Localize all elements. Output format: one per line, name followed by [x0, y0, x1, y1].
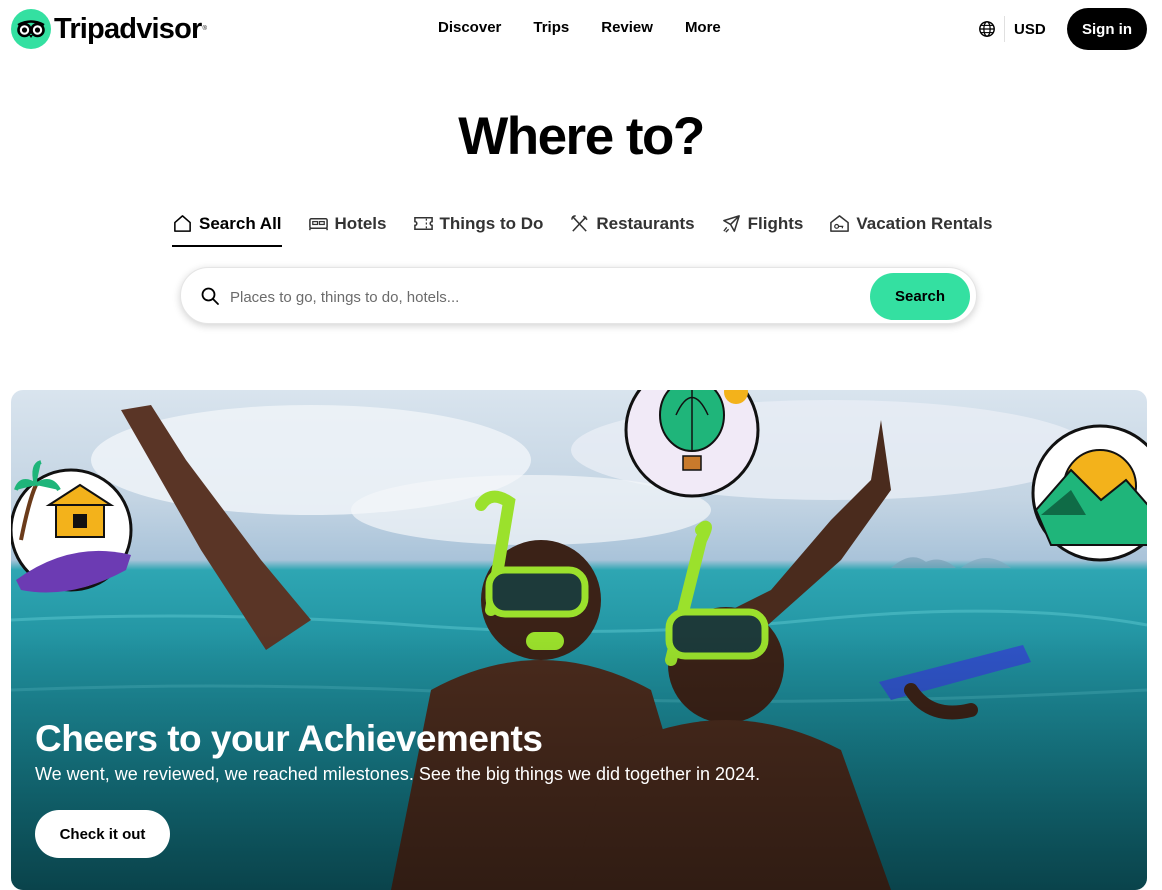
tab-hotels[interactable]: Hotels	[308, 211, 387, 245]
main-nav: Discover Trips Review More	[438, 19, 721, 36]
nav-more[interactable]: More	[685, 19, 721, 36]
logo-wordmark: Tripadvisor	[54, 12, 202, 45]
fork-knife-icon	[571, 215, 589, 232]
nav-review[interactable]: Review	[601, 19, 653, 36]
plane-icon	[722, 215, 740, 233]
search-input[interactable]	[228, 276, 862, 318]
banner-title: Cheers to your Achievements	[35, 718, 543, 759]
page-title: Where to?	[458, 107, 705, 166]
tripadvisor-logo[interactable]: Tripadvisor ®	[11, 9, 207, 49]
owl-logo-icon	[11, 9, 51, 49]
tab-label: Flights	[747, 214, 804, 233]
tab-label: Restaurants	[596, 214, 695, 233]
banner-gradient-overlay	[11, 630, 1147, 890]
search-category-tabs: Search All Hotels Things to Do Restauran…	[172, 211, 992, 247]
promo-banner[interactable]: Cheers to your Achievements We went, we …	[11, 390, 1147, 890]
tab-label: Things to Do	[439, 214, 544, 233]
tab-search-all[interactable]: Search All	[172, 211, 282, 247]
tab-flights[interactable]: Flights	[721, 211, 804, 245]
sign-in-button[interactable]: Sign in	[1067, 8, 1147, 50]
globe-icon[interactable]	[978, 20, 996, 38]
search-icon	[201, 287, 219, 305]
header-divider	[1004, 16, 1005, 42]
nav-trips[interactable]: Trips	[533, 19, 569, 36]
ticket-icon	[413, 217, 433, 230]
house-key-icon	[830, 215, 850, 232]
trademark-mark: ®	[202, 26, 207, 32]
top-header: Tripadvisor ® Discover Trips Review More…	[0, 0, 1162, 58]
tab-label: Search All	[199, 214, 282, 233]
banner-subtitle: We went, we reviewed, we reached milesto…	[35, 764, 761, 784]
home-icon	[174, 215, 191, 232]
tab-label: Vacation Rentals	[856, 214, 993, 233]
tab-vacation-rentals[interactable]: Vacation Rentals	[829, 211, 992, 245]
check-it-out-button[interactable]: Check it out	[35, 810, 170, 858]
search-bar: Search	[180, 267, 977, 324]
search-button[interactable]: Search	[870, 273, 970, 320]
tab-restaurants[interactable]: Restaurants	[569, 211, 695, 245]
currency-selector[interactable]: USD	[1014, 21, 1046, 38]
tab-label: Hotels	[334, 214, 387, 233]
nav-discover[interactable]: Discover	[438, 19, 501, 36]
bed-icon	[308, 217, 328, 231]
tab-things-to-do[interactable]: Things to Do	[413, 211, 544, 245]
